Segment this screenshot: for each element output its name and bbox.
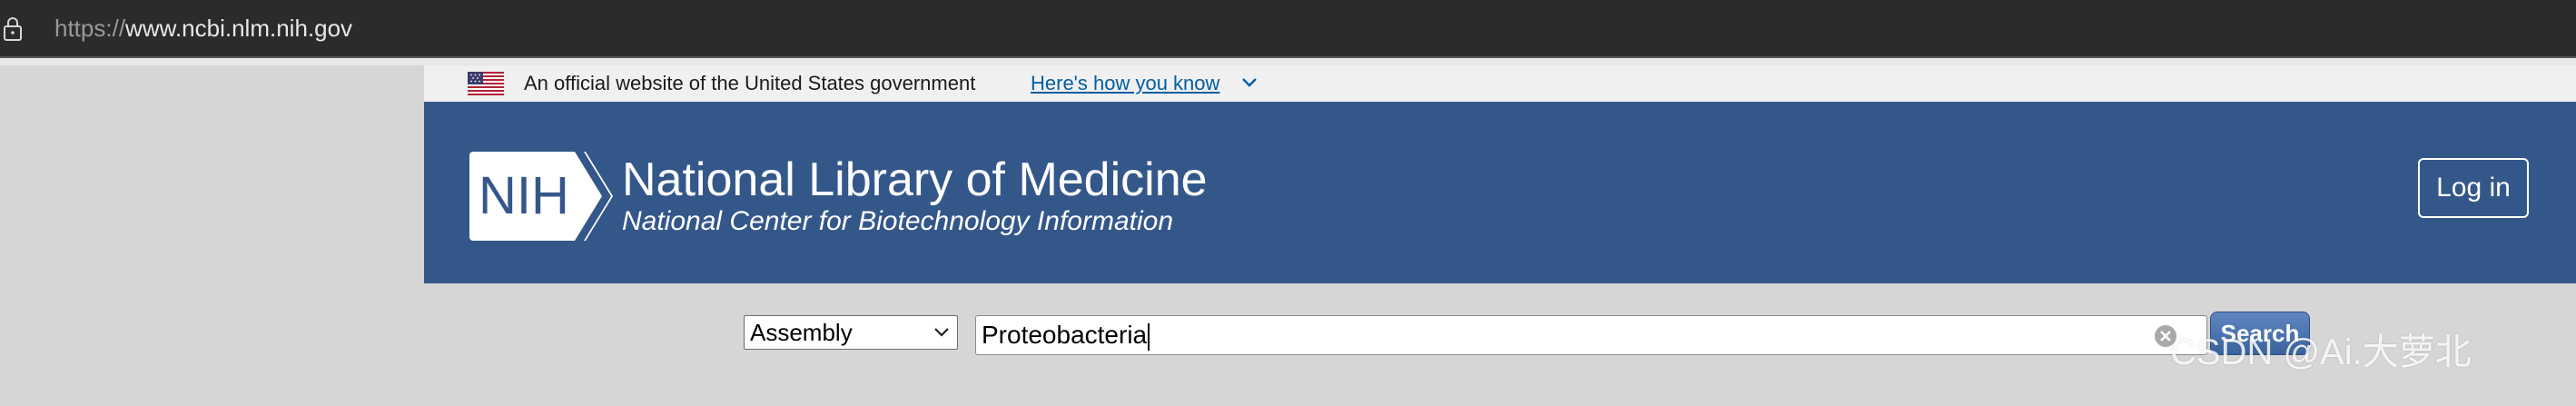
heres-how-you-know-link[interactable]: Here's how you know: [1031, 69, 1219, 98]
chevron-down-icon[interactable]: [1241, 76, 1258, 89]
login-button[interactable]: Log in: [2418, 158, 2529, 218]
site-title[interactable]: National Library of Medicine: [622, 153, 1208, 207]
gov-banner-text: An official website of the United States…: [524, 72, 976, 94]
search-input[interactable]: Proteobacteria: [975, 315, 2207, 355]
text-caret: [1148, 322, 1150, 351]
browser-address-bar: https://www.ncbi.nlm.nih.gov: [0, 0, 2576, 58]
left-gutter: [0, 65, 424, 406]
gov-banner: An official website of the United States…: [424, 65, 2576, 102]
search-input-value: Proteobacteria: [982, 321, 1148, 349]
nih-logo-text: NIH: [479, 166, 569, 225]
url-scheme: https://: [54, 15, 126, 42]
watermark: CSDN @Ai.大萝北: [2170, 332, 2472, 372]
nih-logo[interactable]: NIH: [468, 150, 615, 243]
url-host: www.ncbi.nlm.nih.gov: [125, 15, 353, 42]
site-header: NIH National Library of Medicine Nationa…: [424, 102, 2576, 283]
toolbar-divider: [0, 58, 2576, 65]
database-select-value: Assembly: [750, 319, 853, 346]
lock-icon[interactable]: [2, 16, 24, 42]
chevron-down-icon: [934, 328, 949, 337]
us-flag-icon: [468, 72, 504, 95]
site-subtitle[interactable]: National Center for Biotechnology Inform…: [622, 205, 1173, 238]
database-select[interactable]: Assembly: [744, 315, 958, 350]
address-url[interactable]: https://www.ncbi.nlm.nih.gov: [54, 13, 352, 44]
